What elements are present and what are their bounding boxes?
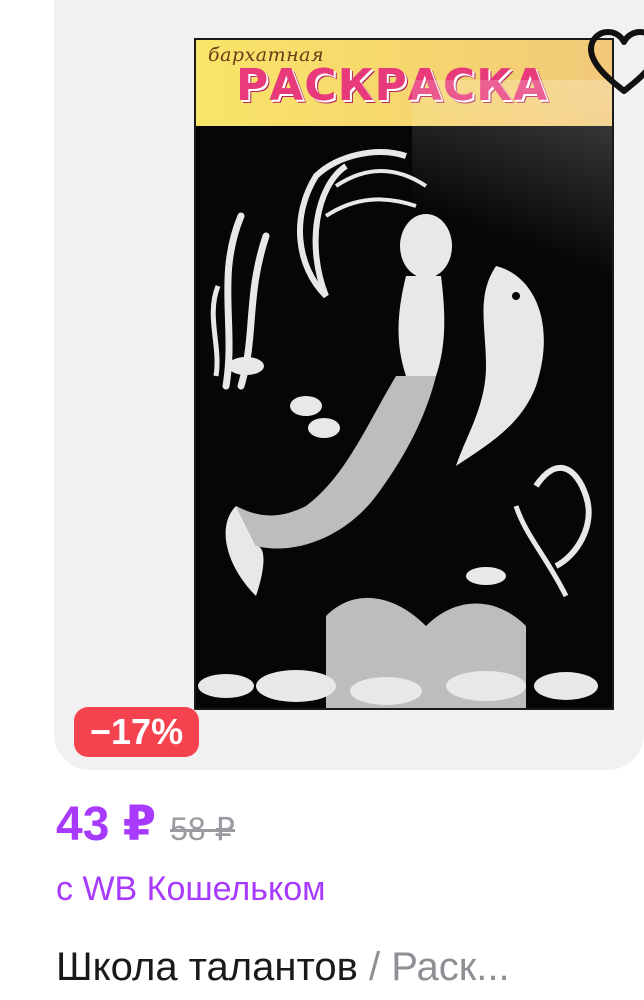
heart-outline-icon: [588, 29, 644, 94]
price-row: 43 ₽ 58 ₽: [56, 796, 235, 852]
packaging-gloss: [412, 80, 612, 340]
product-image-panel[interactable]: бархатная РАСКРАСКА: [54, 0, 644, 770]
wallet-price-note: с WB Кошельком: [56, 870, 326, 908]
product-card[interactable]: бархатная РАСКРАСКА −17% 43 ₽ 58 ₽ с WB …: [0, 0, 644, 1000]
discount-badge: −17%: [74, 707, 200, 757]
product-category: Раск...: [391, 945, 510, 989]
product-brand: Школа талантов: [56, 945, 358, 989]
product-photo: бархатная РАСКРАСКА: [196, 40, 612, 708]
price-old: 58 ₽: [170, 811, 235, 847]
title-separator: /: [357, 945, 392, 989]
favorite-button[interactable]: [582, 20, 644, 104]
product-title[interactable]: Школа талантов / Раск...: [56, 945, 636, 990]
price-current: 43 ₽: [56, 798, 157, 851]
